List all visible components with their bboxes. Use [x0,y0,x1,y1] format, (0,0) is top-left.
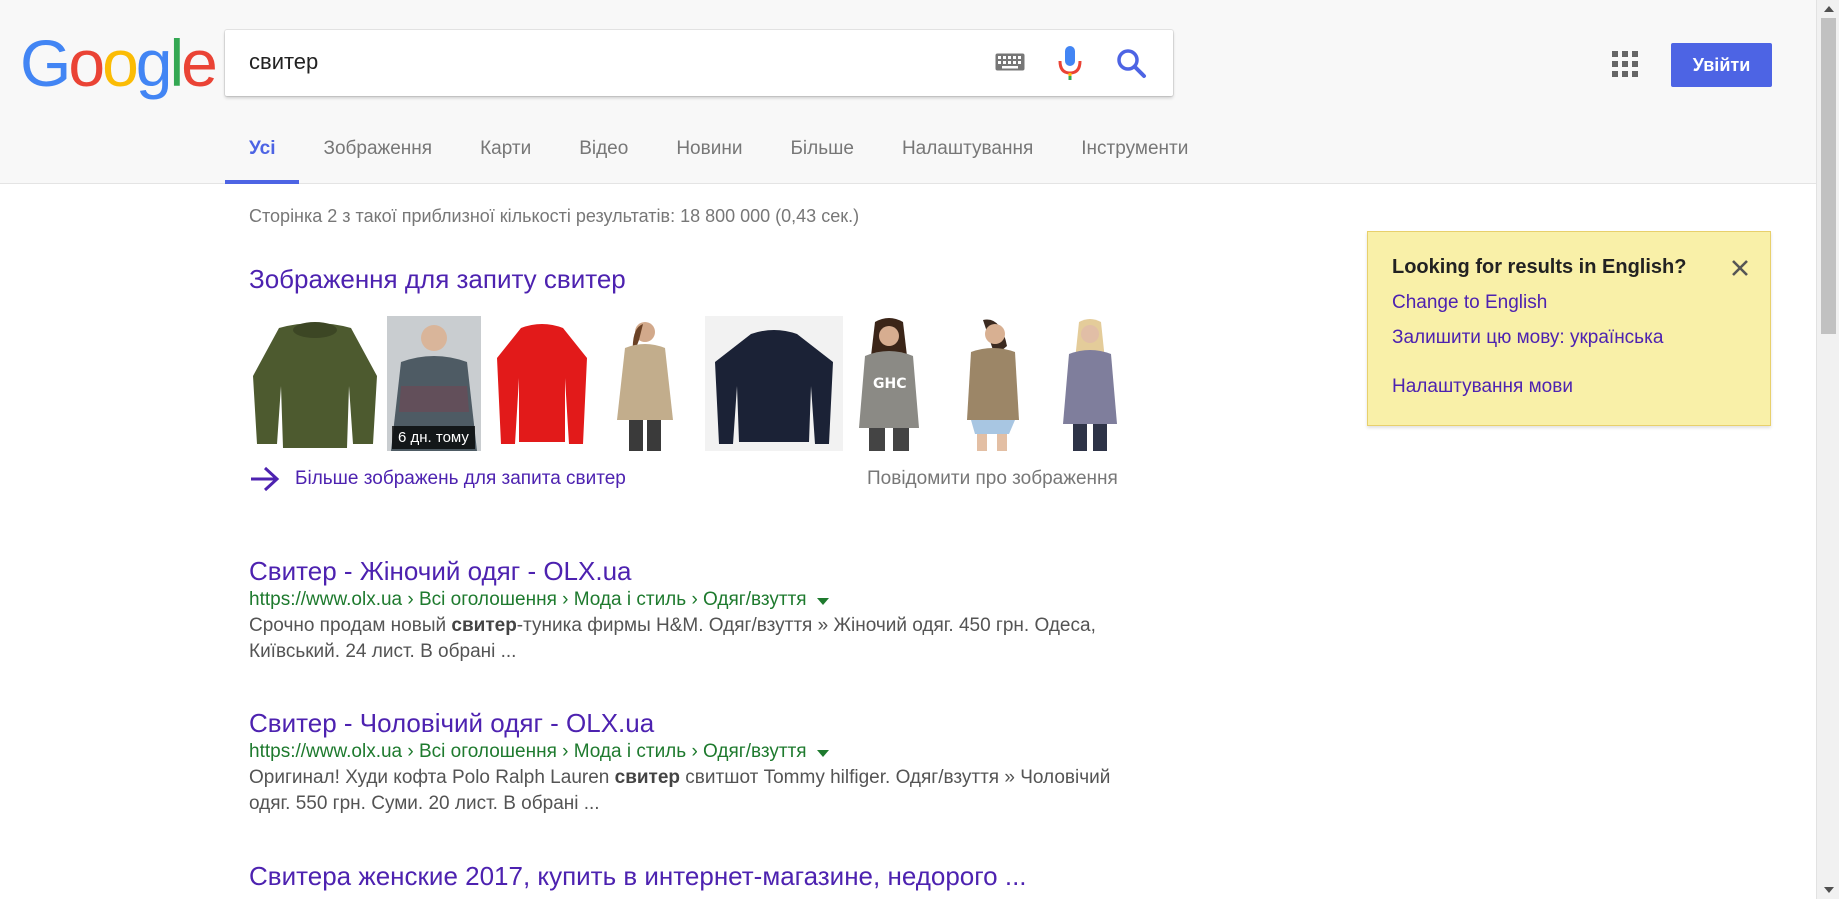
scroll-up-arrow-icon[interactable] [1824,6,1834,12]
language-card-title: Looking for results in English? [1392,256,1687,278]
logo-letter: o [68,26,105,100]
result-title[interactable]: Свитер - Чоловічий одяг - OLX.ua [249,707,1149,739]
result-title[interactable]: Свитер - Жіночий одяг - OLX.ua [249,555,1149,587]
search-result: Свитера женские 2017, купить в интернет-… [249,860,1149,892]
microphone-icon[interactable] [1057,45,1083,81]
tab-tools[interactable]: Інструменти [1081,128,1188,184]
tab-images[interactable]: Зображення [323,128,432,184]
search-result: Свитер - Чоловічий одяг - OLX.ua https:/… [249,707,1149,817]
image-thumbnail[interactable] [1055,316,1125,451]
result-snippet: Срочно продам новый свитер-туника фирмы … [249,613,1149,665]
scrollbar[interactable] [1816,0,1839,899]
language-settings-link[interactable]: Налаштування мови [1392,376,1573,398]
result-stats: Сторінка 2 з такої приблизної кількості … [249,206,860,226]
change-to-english-link[interactable]: Change to English [1392,292,1547,314]
scroll-down-arrow-icon[interactable] [1824,887,1834,893]
image-thumbnail[interactable] [705,316,843,451]
image-thumbnail[interactable] [249,316,381,451]
svg-text:GHC: GHC [873,376,906,392]
scrollbar-thumb[interactable] [1821,18,1836,334]
report-images-link[interactable]: Повідомити про зображення [867,468,1118,490]
tab-video[interactable]: Відео [579,128,628,184]
apps-grid-icon[interactable] [1612,51,1638,77]
result-title[interactable]: Свитера женские 2017, купить в интернет-… [249,860,1149,892]
search-input[interactable]: свитер [249,49,318,75]
more-images-label[interactable]: Більше зображень для запита свитер [295,468,626,490]
image-thumbnail[interactable]: GHC [853,316,925,451]
close-icon[interactable] [1730,258,1750,278]
sign-in-button[interactable]: Увійти [1671,43,1772,87]
logo-letter: e [181,26,218,100]
top-bar: Google свитер Увійти Усі Зображення Карт… [0,0,1816,184]
arrow-right-icon [251,466,280,492]
snippet-highlight: свитер [451,615,517,636]
image-thumbnail[interactable] [603,316,687,451]
keep-language-link[interactable]: Залишити цю мову: українська [1392,327,1663,349]
search-icon[interactable] [1115,47,1147,79]
tab-maps[interactable]: Карти [480,128,531,184]
caret-down-icon[interactable] [816,749,829,757]
tab-settings[interactable]: Налаштування [902,128,1033,184]
result-url: https://www.olx.ua › Всі оголошення › Мо… [249,587,1149,613]
logo-letter: G [20,26,71,100]
tab-all[interactable]: Усі [225,128,300,184]
search-box[interactable]: свитер [225,30,1173,96]
result-snippet: Оригинал! Худи кофта Polo Ralph Lauren с… [249,765,1149,817]
image-results-heading[interactable]: Зображення для запиту свитер [249,264,626,295]
image-thumbnail[interactable] [493,316,591,451]
image-thumbnail[interactable] [949,316,1033,451]
language-suggestion-card: Looking for results in English? Change t… [1367,231,1771,426]
snippet-text: Срочно продам новый [249,615,452,636]
result-url: https://www.olx.ua › Всі оголошення › Мо… [249,739,1149,765]
caret-down-icon[interactable] [816,597,829,605]
image-age-badge: 6 дн. тому [392,426,475,449]
more-images-link[interactable]: Більше зображень для запита свитер [249,464,626,494]
result-url-text: https://www.olx.ua › Всі оголошення › Мо… [249,741,807,762]
result-url-text: https://www.olx.ua › Всі оголошення › Мо… [249,589,807,610]
tab-more[interactable]: Більше [790,128,854,184]
image-thumbnail[interactable]: 6 дн. тому [387,316,481,451]
snippet-highlight: свитер [614,767,681,788]
snippet-text: Оригинал! Худи кофта Polo Ralph Lauren [249,767,615,788]
google-logo[interactable]: Google [20,26,218,100]
logo-letter: l [169,26,185,100]
keyboard-icon[interactable] [995,53,1025,71]
search-tabs: Усі Зображення Карти Відео Новини Більше… [225,128,1236,184]
logo-letter: g [135,26,173,100]
tab-news[interactable]: Новини [676,128,742,184]
search-result: Свитер - Жіночий одяг - OLX.ua https://w… [249,555,1149,665]
logo-letter: o [102,26,139,100]
